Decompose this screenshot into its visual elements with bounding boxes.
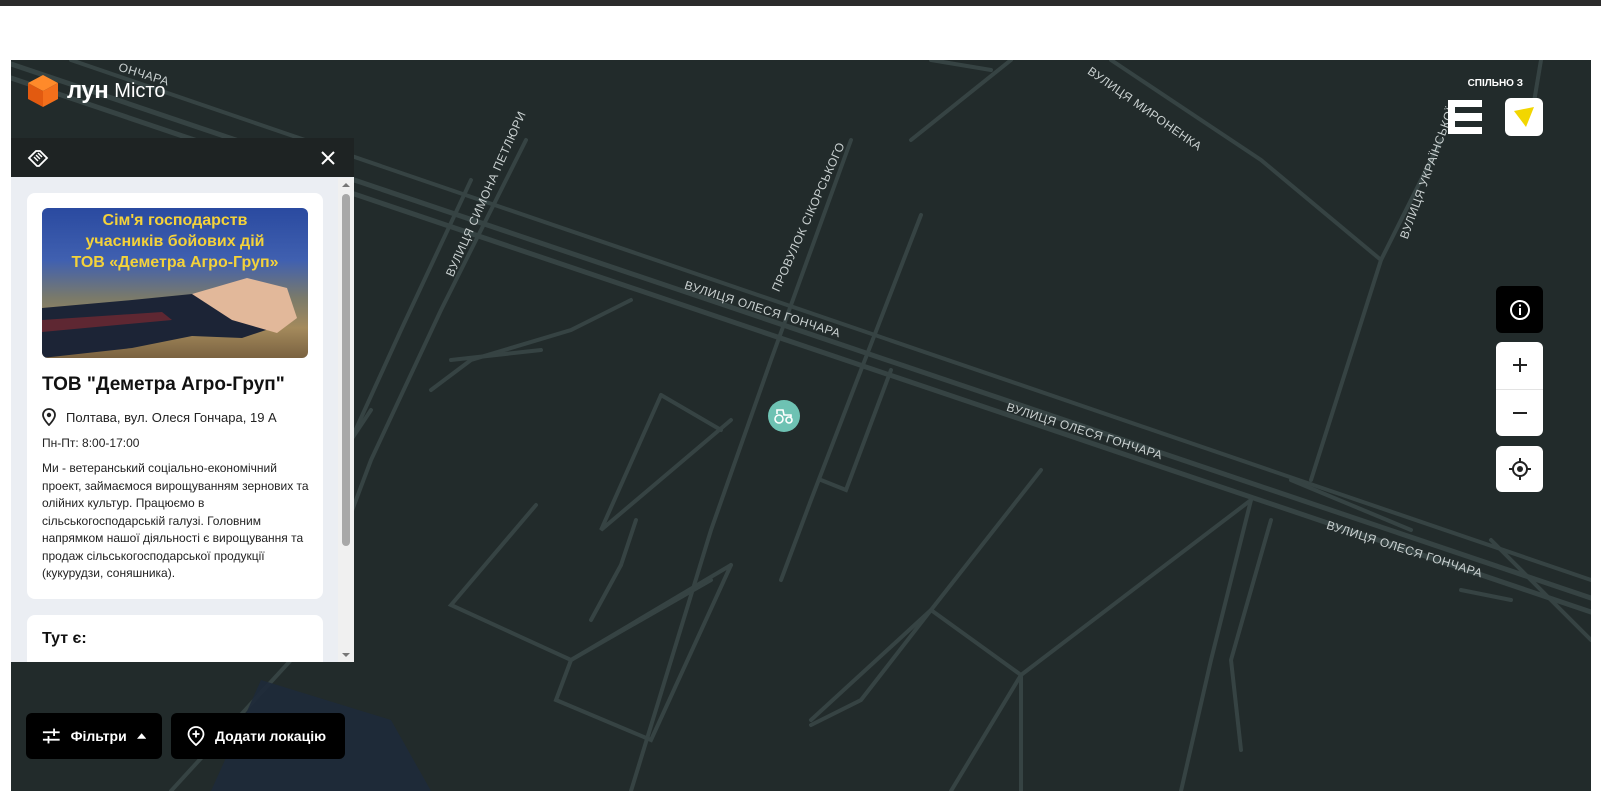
close-icon[interactable]	[320, 150, 336, 166]
plus-icon	[1512, 358, 1527, 373]
add-location-icon	[187, 726, 205, 746]
cube-logo-icon	[28, 75, 58, 107]
place-title: ТОВ "Деметра Агро-Груп"	[42, 374, 285, 395]
brand-name: лун	[67, 77, 109, 104]
locate-me-button[interactable]	[1496, 446, 1543, 492]
add-location-label: Додати локацію	[215, 728, 327, 744]
zoom-in-button[interactable]	[1496, 342, 1543, 389]
minus-icon	[1512, 411, 1527, 414]
location-pin-icon	[42, 408, 56, 426]
place-hours: Пн-Пт: 8:00-17:00	[42, 436, 140, 450]
window-top-border	[0, 0, 1601, 6]
partner-shield-icon	[1514, 107, 1534, 127]
map-marker-tractor[interactable]	[768, 400, 800, 432]
zoom-out-button[interactable]	[1496, 389, 1543, 436]
tractor-icon	[774, 409, 793, 424]
panel-scrollbar[interactable]	[338, 178, 354, 662]
place-panel: Сім'я господарств учасників бойових дій …	[11, 138, 354, 662]
scroll-up-icon[interactable]	[338, 180, 354, 190]
brand-product: Місто	[114, 79, 166, 102]
sliders-icon	[42, 728, 60, 744]
place-address: Полтава, вул. Олеся Гончара, 19 А	[42, 408, 308, 426]
filters-button[interactable]: Фільтри	[26, 713, 162, 759]
brand-logo[interactable]: лун Місто	[27, 74, 165, 108]
features-title: Тут є:	[42, 630, 87, 647]
caret-up-icon	[136, 733, 146, 739]
place-image: Сім'я господарств учасників бойових дій …	[42, 208, 308, 358]
partner-logo-e[interactable]	[1446, 98, 1484, 136]
place-address-text: Полтава, вул. Олеся Гончара, 19 А	[66, 409, 277, 425]
hand-illustration	[42, 278, 297, 358]
place-description: Ми - ветеранський соціально-економічний …	[42, 461, 309, 580]
filters-label: Фільтри	[70, 728, 127, 744]
scrollbar-thumb[interactable]	[342, 194, 350, 546]
crosshair-icon	[1508, 458, 1531, 480]
partner-label: СПІЛЬНО З	[1467, 78, 1523, 89]
scroll-down-icon[interactable]	[338, 650, 354, 660]
panel-header	[11, 138, 354, 177]
handshake-icon	[27, 149, 49, 167]
add-location-button[interactable]: Додати локацію	[171, 713, 345, 759]
partner-logo-y[interactable]	[1505, 98, 1543, 136]
zoom-controls	[1496, 342, 1543, 436]
info-button[interactable]	[1496, 286, 1543, 333]
partner-e-icon	[1448, 100, 1482, 134]
features-card: Тут є:	[27, 615, 323, 662]
place-card: Сім'я господарств учасників бойових дій …	[27, 193, 323, 599]
info-icon	[1509, 299, 1530, 320]
